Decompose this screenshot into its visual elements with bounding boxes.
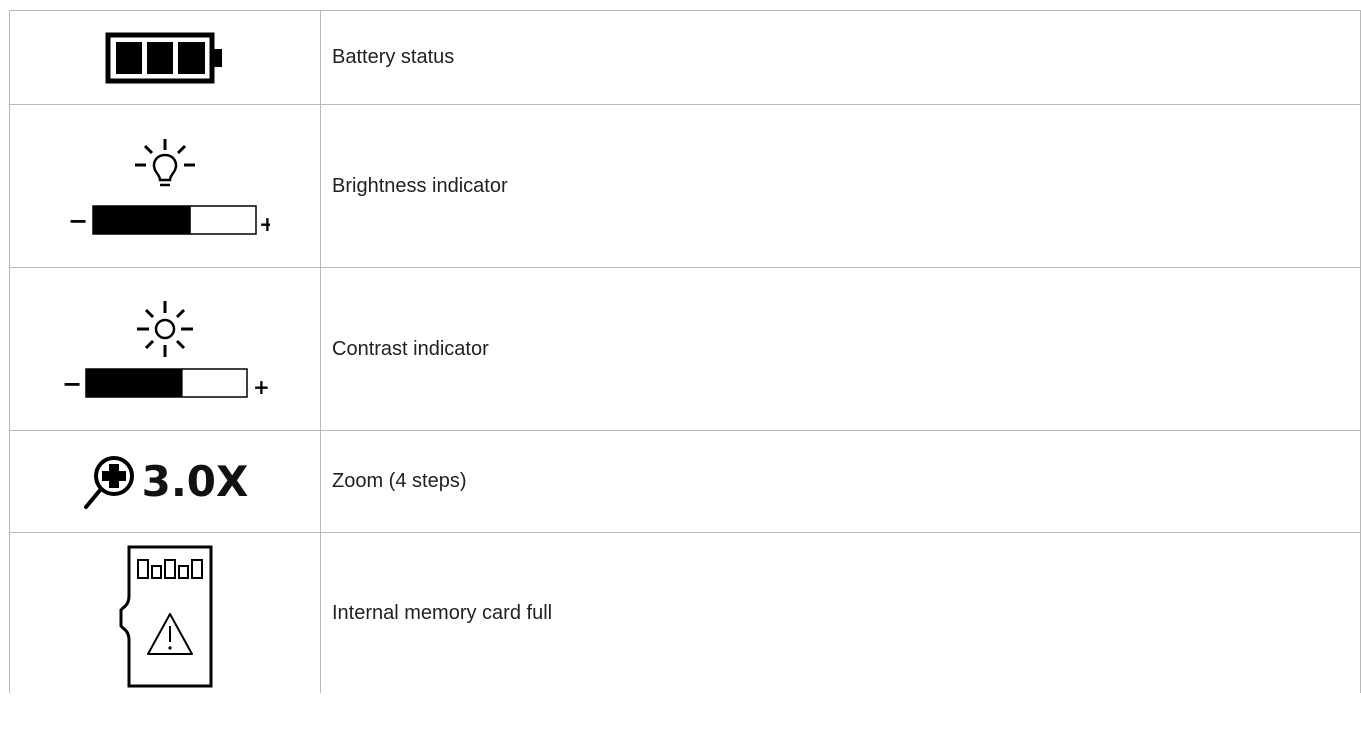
battery-icon <box>105 32 222 83</box>
row-description: Internal memory card full <box>320 532 1361 693</box>
contrast-sun-icon <box>137 301 193 357</box>
brightness-level-fill <box>93 206 191 234</box>
icon-cell <box>9 10 321 105</box>
icon-cell: − + <box>9 104 321 268</box>
icon-legend-table: Battery status − + Brightness indicator <box>9 10 1361 693</box>
icon-cell: − + <box>9 267 321 431</box>
brightness-level-bar: − + <box>68 205 270 236</box>
contrast-level-bar: − + <box>62 368 270 399</box>
zoom-magnifier-icon <box>83 455 134 509</box>
row-description: Brightness indicator <box>320 104 1361 268</box>
minus-sign: − <box>62 370 82 398</box>
table-row: 3.0X Zoom (4 steps) <box>9 430 1361 533</box>
row-description: Battery status <box>320 10 1361 105</box>
memory-card-warning-icon <box>119 545 213 687</box>
table-row: Battery status <box>9 10 1361 105</box>
zoom-value: 3.0X <box>141 457 249 506</box>
table-row: Internal memory card full <box>9 532 1361 693</box>
table-row: − + Brightness indicator <box>9 104 1361 268</box>
table-row: − + Contrast indicator <box>9 267 1361 431</box>
zoom-display: 3.0X <box>10 452 320 512</box>
contrast-level-fill <box>86 369 183 397</box>
row-description: Zoom (4 steps) <box>320 430 1361 533</box>
plus-sign: + <box>253 375 270 399</box>
minus-sign: − <box>68 207 88 235</box>
plus-sign: + <box>259 212 270 236</box>
row-description: Contrast indicator <box>320 267 1361 431</box>
icon-cell <box>9 532 321 693</box>
brightness-bulb-icon <box>135 139 195 187</box>
icon-cell: 3.0X <box>9 430 321 533</box>
